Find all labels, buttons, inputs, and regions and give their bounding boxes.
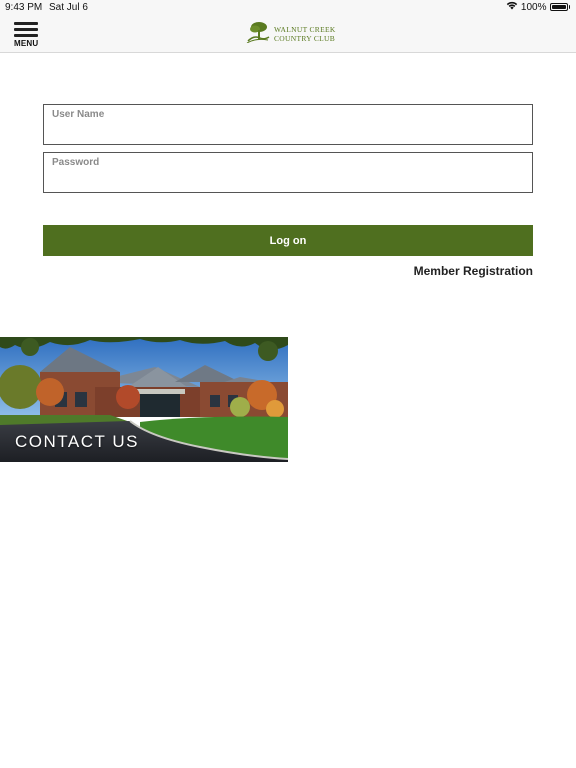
logo-text: WALNUT CREEK COUNTRY CLUB	[274, 25, 336, 43]
wifi-icon	[506, 1, 518, 13]
status-bar: 9:43 PM Sat Jul 6 100%	[0, 0, 576, 16]
menu-icon	[14, 22, 40, 37]
logon-button[interactable]: Log on	[43, 225, 533, 256]
status-indicators: 100%	[506, 1, 570, 13]
contact-us-tile[interactable]: CONTACT US	[0, 337, 288, 462]
battery-percent: 100%	[520, 1, 547, 13]
menu-button[interactable]: MENU	[14, 22, 40, 48]
status-time: 9:43 PM	[5, 2, 43, 13]
status-date: Sat Jul 6	[49, 2, 88, 13]
logo-line1: WALNUT CREEK	[274, 25, 336, 34]
password-input[interactable]	[52, 171, 526, 191]
navbar: MENU WALNUT CREEK COUNTRY CLUB	[0, 16, 576, 53]
member-registration-link[interactable]: Member Registration	[414, 264, 533, 278]
username-label: User Name	[52, 109, 105, 120]
username-input[interactable]	[52, 123, 526, 143]
password-label: Password	[52, 157, 100, 168]
login-form: User Name Password	[43, 104, 533, 200]
contact-us-label: CONTACT US	[15, 432, 139, 451]
battery-icon	[549, 3, 570, 11]
username-field[interactable]: User Name	[43, 104, 533, 145]
menu-label: MENU	[14, 39, 39, 48]
logo-line2: COUNTRY CLUB	[274, 34, 336, 43]
password-field[interactable]: Password	[43, 152, 533, 193]
club-logo: WALNUT CREEK COUNTRY CLUB	[246, 21, 336, 48]
tree-logo-icon	[246, 21, 270, 48]
